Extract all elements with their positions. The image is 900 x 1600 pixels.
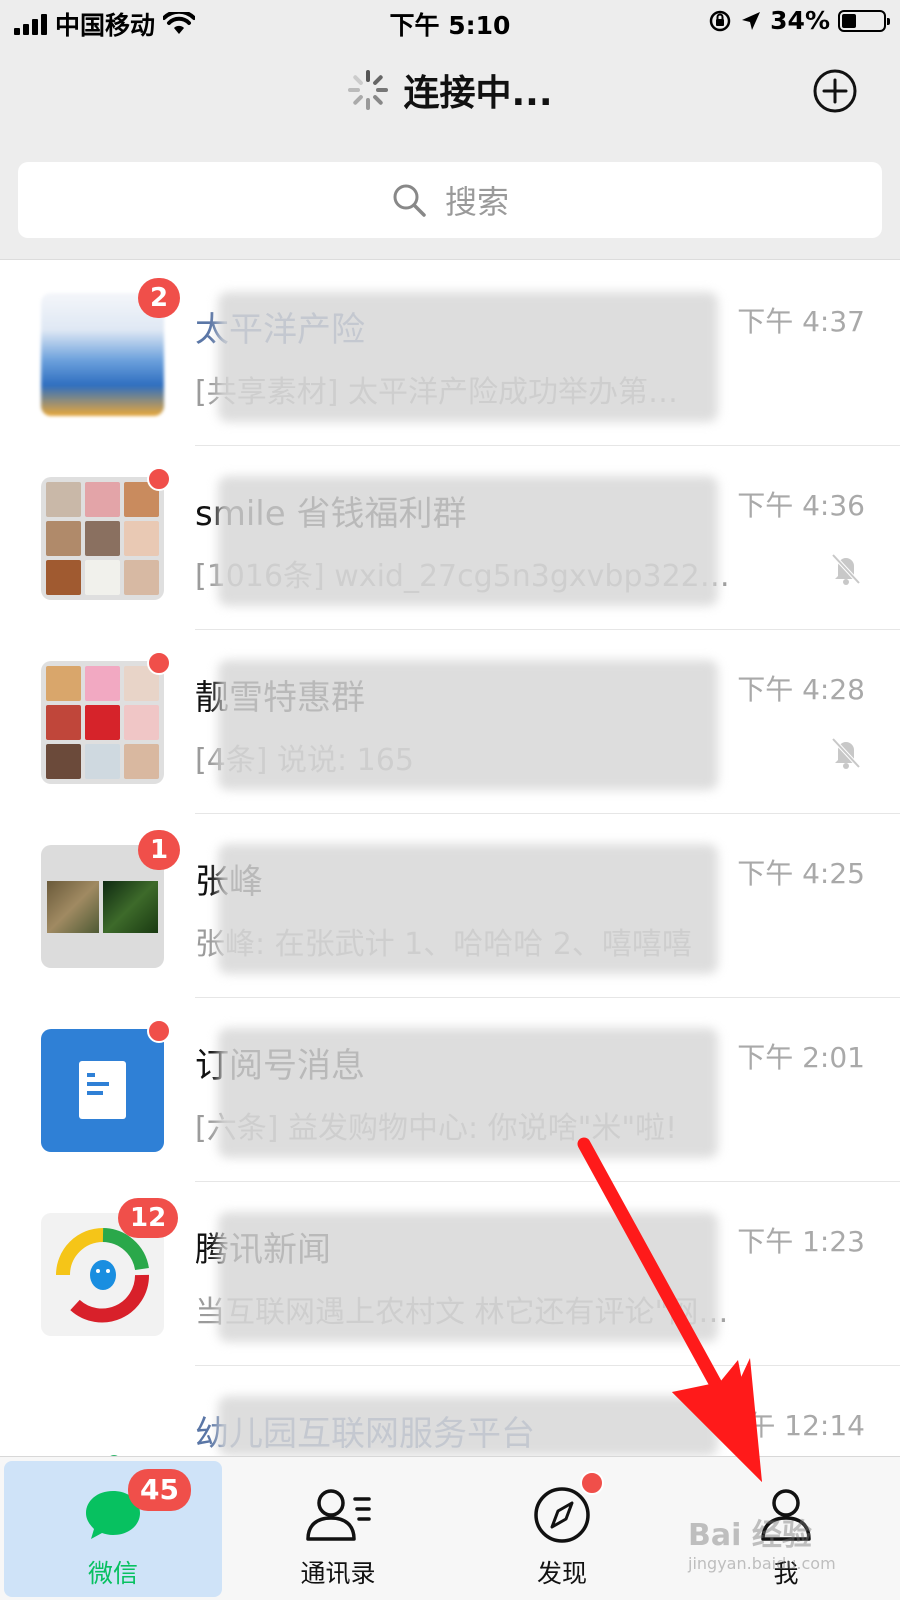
chat-time: 下午 12:14 <box>719 1409 865 1442</box>
chat-preview: [4条] 说说: 165 <box>195 743 414 778</box>
title-wrap: 连接中... <box>0 64 900 116</box>
tab-discover[interactable]: 发现 <box>452 1457 672 1600</box>
search-area: 搜索 <box>0 142 900 260</box>
chat-name: 腾讯新闻 <box>195 1230 331 1270</box>
search-icon <box>393 184 426 217</box>
color-bars-avatar <box>41 1397 164 1456</box>
tab-me[interactable]: 我 <box>676 1457 896 1600</box>
document-icon <box>79 1061 126 1119</box>
chat-item-1[interactable]: 2 太平洋产险 [共享素材] 太平洋产险成功举办第… 下午 4:37 <box>0 262 900 446</box>
status-bar: 中国移动 下午 5:10 34% <box>0 0 900 42</box>
tab-chats[interactable]: 45 微信 <box>4 1461 222 1597</box>
chat-item-5[interactable]: 订阅号消息 [六条] 益发购物中心: 你说啥"米"啦! 下午 2:01 <box>0 998 900 1182</box>
chat-list: 2 太平洋产险 [共享素材] 太平洋产险成功举办第… 下午 4:37 smile… <box>0 262 900 1456</box>
chat-name: 张峰 <box>195 862 263 902</box>
chat-time: 下午 2:01 <box>737 1041 865 1074</box>
tab-label: 我 <box>773 1559 799 1588</box>
chat-name: 订阅号消息 <box>195 1046 365 1086</box>
contacts-icon <box>306 1489 371 1541</box>
tab-contacts[interactable]: 通讯录 <box>228 1457 448 1600</box>
tab-label: 通讯录 <box>300 1559 376 1588</box>
search-placeholder: 搜索 <box>444 183 509 221</box>
chat-preview: [1016条] wxid_27cg5n3gxvbp322… <box>195 559 730 594</box>
wifi-icon <box>163 12 196 34</box>
battery-fill <box>842 13 856 28</box>
plus-circle-icon[interactable] <box>812 68 858 114</box>
chat-time: 下午 4:25 <box>737 857 865 890</box>
unread-dot <box>147 651 171 675</box>
tab-label: 微信 <box>87 1559 138 1588</box>
tab-label: 发现 <box>536 1559 587 1588</box>
tab-bar: 45 微信 通讯录 发现 我 <box>0 1456 900 1600</box>
chat-name: 太平洋产险 <box>195 310 365 350</box>
status-right: 34% <box>708 6 890 35</box>
search-input[interactable]: 搜索 <box>18 162 882 238</box>
chat-preview: [六条] 益发购物中心: 你说啥"米"啦! <box>195 1111 678 1146</box>
status-left: 中国移动 <box>14 6 196 42</box>
color-bars-logo-icon <box>110 1455 118 1456</box>
page-title: 连接中... <box>403 73 553 114</box>
unread-badge: 1 <box>138 830 181 870</box>
chat-time: 下午 1:23 <box>737 1225 865 1258</box>
chat-time: 下午 4:37 <box>737 305 865 338</box>
loading-spinner-icon <box>348 70 389 110</box>
battery-percent: 34% <box>770 6 830 35</box>
chat-item-2[interactable]: smile 省钱福利群 [1016条] wxid_27cg5n3gxvbp322… <box>0 446 900 630</box>
signal-icon <box>14 13 47 35</box>
unread-badge: 12 <box>118 1198 179 1238</box>
chat-preview: 张峰: 在张武计 1、哈哈哈 2、嘻嘻嘻 <box>195 927 692 962</box>
orientation-lock-icon <box>709 10 731 31</box>
chat-time: 下午 4:28 <box>737 673 865 706</box>
chat-preview: [共享素材] 太平洋产险成功举办第… <box>195 375 678 410</box>
chat-item-4[interactable]: 1 张峰 张峰: 在张武计 1、哈哈哈 2、嘻嘻嘻 下午 4:25 <box>0 814 900 998</box>
compass-icon <box>534 1487 590 1543</box>
notification-dot <box>580 1471 604 1495</box>
mute-bell-icon <box>831 737 861 769</box>
document-avatar <box>41 1029 164 1152</box>
title-bar: 连接中... <box>0 42 900 142</box>
unread-badge: 45 <box>128 1469 191 1511</box>
chat-item-7[interactable]: 幼儿园互联网服务平台 下午 12:14 <box>0 1366 900 1456</box>
group-avatar <box>41 661 164 784</box>
unread-dot <box>147 1019 171 1043</box>
chat-preview: 当互联网遇上农村文 林它还有评论"网… <box>195 1295 729 1330</box>
group-avatar <box>41 477 164 600</box>
chat-name: 幼儿园互联网服务平台 <box>195 1414 535 1454</box>
carrier-label: 中国移动 <box>55 11 156 40</box>
person-icon <box>761 1489 811 1541</box>
location-icon <box>742 11 761 30</box>
battery-icon <box>838 9 890 32</box>
unread-badge: 2 <box>138 278 181 318</box>
chat-item-6[interactable]: 12 腾讯新闻 当互联网遇上农村文 林它还有评论"网… 下午 1:23 <box>0 1182 900 1366</box>
chat-name: smile 省钱福利群 <box>195 494 467 534</box>
unread-dot <box>147 467 171 491</box>
mute-bell-icon <box>831 553 861 585</box>
chat-item-3[interactable]: 靓雪特惠群 [4条] 说说: 165 下午 4:28 <box>0 630 900 814</box>
chat-name: 靓雪特惠群 <box>195 678 365 718</box>
chat-time: 下午 4:36 <box>737 489 865 522</box>
